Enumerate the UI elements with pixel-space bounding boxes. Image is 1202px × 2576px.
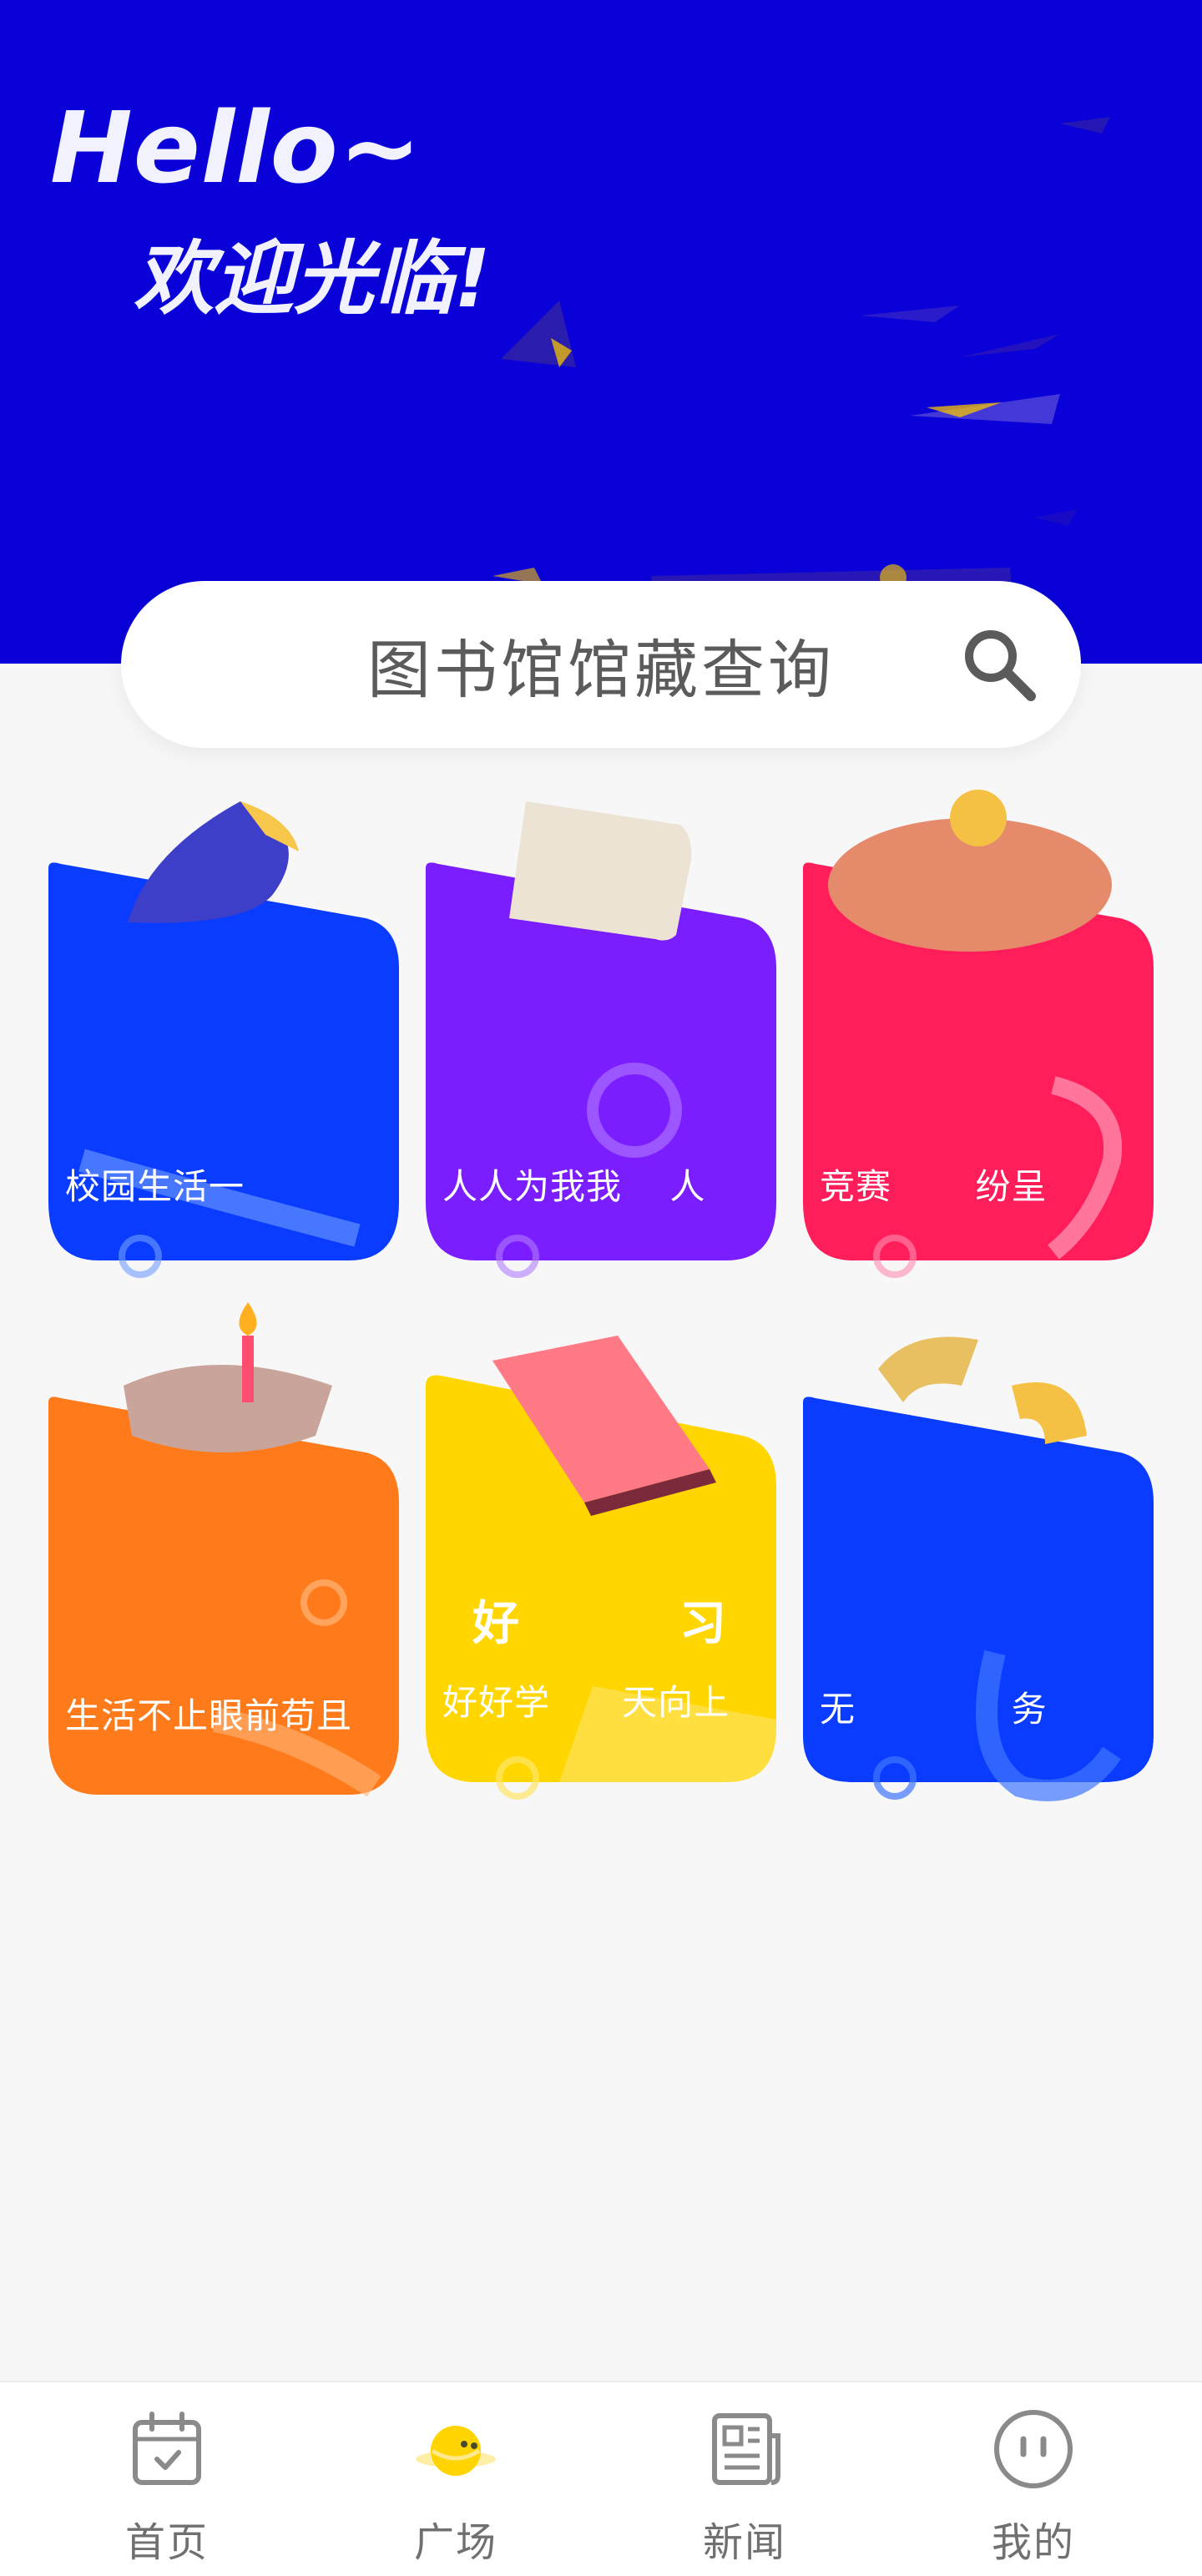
feature-card-5[interactable]: 好 习 好好学 天向上 [426,1336,776,1803]
library-search-bar[interactable]: 图书馆馆藏查询 [121,581,1081,748]
nav-item-square[interactable]: 广场 [356,2407,556,2574]
nav-item-news[interactable]: 新闻 [644,2407,845,2574]
nav-label-home: 首页 [124,2519,209,2566]
feature-card-4[interactable]: 生活不止眼前苟且 [48,1302,399,1803]
feature-card-2-subtitle: 人人为我我 人 [442,1166,706,1207]
feature-card-6[interactable]: 无 务 [803,1336,1154,1803]
feature-card-1[interactable]: 校园生活一 [48,801,399,1278]
nav-label-news: 新闻 [702,2519,786,2566]
search-placeholder: 图书馆馆藏查询 [367,633,835,707]
planet-icon [416,2426,496,2476]
feature-card-6-subtitle: 无 务 [820,1689,1048,1730]
calendar-icon [133,2412,201,2485]
feature-card-3-subtitle: 竞赛 纷呈 [820,1166,1048,1207]
bottom-navigation: 首页 广场 新闻 我的 [0,2381,1202,2576]
notebook-icon [426,1336,776,1800]
nav-item-mine[interactable]: 我的 [933,2407,1134,2574]
search-icon[interactable] [959,624,1039,705]
feature-card-5-title: 好 习 [472,1597,730,1651]
profile-face-icon [994,2410,1073,2488]
feature-card-4-subtitle: 生活不止眼前苟且 [65,1695,353,1736]
feature-card-3[interactable]: 竞赛 纷呈 [803,790,1154,1278]
hero-banner: Hello~ 欢迎光临! [0,0,1202,664]
nav-label-square: 广场 [413,2519,497,2566]
feature-card-2[interactable]: 人人为我我 人 [426,801,776,1278]
feature-card-5-subtitle: 好好学 天向上 [442,1682,730,1723]
newspaper-icon [712,2413,780,2485]
nav-item-home[interactable]: 首页 [67,2407,267,2574]
hero-greeting: Hello~ [50,90,422,205]
magnet-icon [803,1336,1154,1801]
hero-welcome-text: 欢迎光临! [134,232,491,326]
nav-label-mine: 我的 [991,2519,1075,2566]
feature-card-1-subtitle: 校园生活一 [65,1166,245,1207]
